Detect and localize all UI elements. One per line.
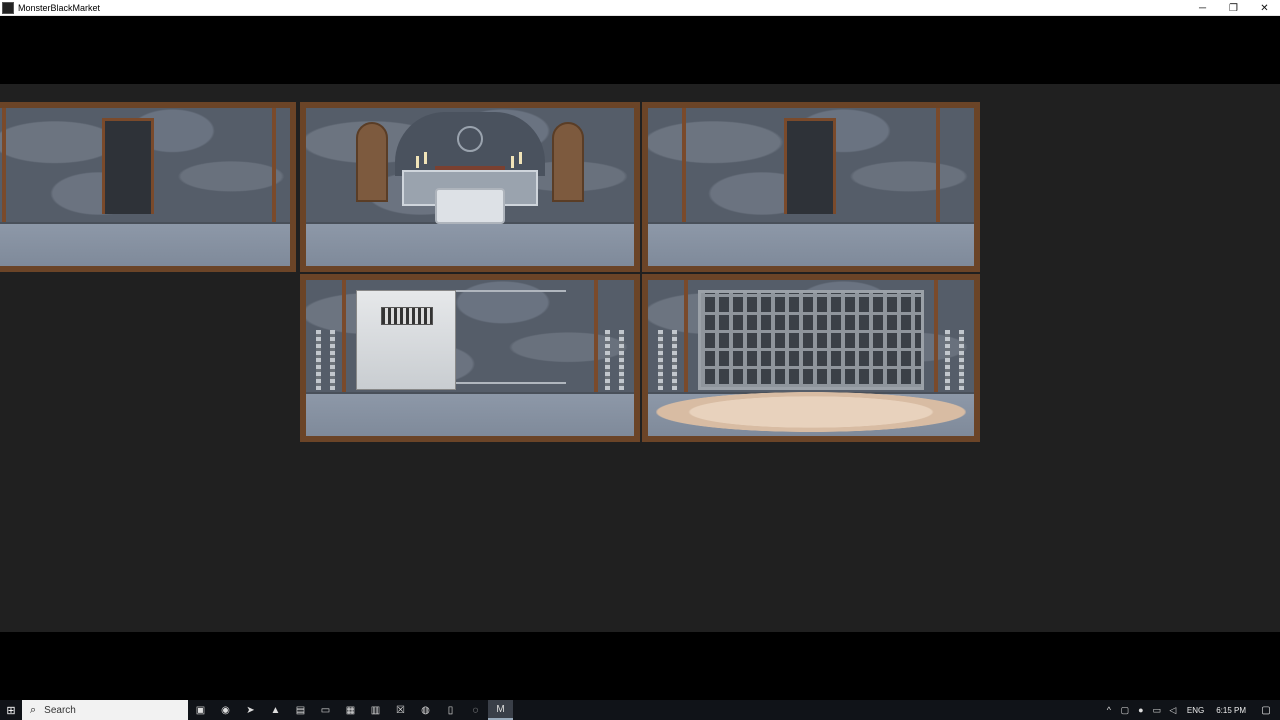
cell-door [356, 290, 456, 390]
wall-chain [619, 330, 624, 390]
iron-cage [698, 290, 924, 390]
wall-chain [605, 330, 610, 390]
room-cage[interactable] [642, 274, 980, 442]
room-corridor-left[interactable] [0, 102, 296, 272]
taskbar: ⊞ ⌕ Search ▣ ◉ ➤ ▲ ▤ ▭ ▦ ▥ ☒ ◍ ▯ ◌ M ^ ▢… [0, 700, 1280, 720]
app-icon[interactable]: ◌ [463, 700, 488, 720]
hay-bed [656, 392, 966, 432]
close-button[interactable]: ✕ [1249, 0, 1280, 16]
cell-door-window [381, 307, 433, 325]
chevron-up-icon[interactable]: ^ [1101, 700, 1117, 720]
store-icon[interactable]: ▲ [263, 700, 288, 720]
system-tray: ^ ▢ ● ▭ ◁ ENG 6:15 PM ▢ [1101, 700, 1280, 720]
wooden-door-left [356, 122, 388, 202]
search-input[interactable]: ⌕ Search [22, 700, 188, 720]
windows-start-icon[interactable]: ⊞ [0, 700, 22, 720]
search-placeholder: Search [44, 704, 76, 716]
notepad-icon[interactable]: ▥ [363, 700, 388, 720]
wall-chain [330, 330, 335, 390]
room-cell[interactable] [300, 274, 640, 442]
wall-chain [658, 330, 663, 390]
app-icon[interactable]: ▯ [438, 700, 463, 720]
telegram-icon[interactable]: ➤ [238, 700, 263, 720]
wall-chain [316, 330, 321, 390]
doorway [102, 118, 154, 214]
coffin [435, 188, 505, 224]
microphone-icon[interactable]: ● [1133, 700, 1149, 720]
file-explorer-icon[interactable]: ▭ [313, 700, 338, 720]
app-icon[interactable]: ☒ [388, 700, 413, 720]
emblem-icon [457, 126, 483, 152]
edge-icon[interactable]: ◉ [213, 700, 238, 720]
wall-chain [672, 330, 677, 390]
language-indicator[interactable]: ENG [1187, 706, 1204, 715]
chrome-icon[interactable]: ◍ [413, 700, 438, 720]
minimize-button[interactable]: ─ [1187, 0, 1218, 16]
cell-glass-wall [456, 290, 566, 384]
wall-chain [959, 330, 964, 390]
room-corridor-right[interactable] [642, 102, 980, 272]
task-view-icon[interactable]: ▣ [188, 700, 213, 720]
search-icon: ⌕ [30, 703, 37, 716]
volume-icon[interactable]: ◁ [1165, 700, 1181, 720]
network-icon[interactable]: ▭ [1149, 700, 1165, 720]
app-icon [2, 1, 14, 14]
wooden-door-right [552, 122, 584, 202]
window-titlebar[interactable]: MonsterBlackMarket ─ ❐ ✕ [0, 0, 1280, 16]
letterbox-bottom [0, 632, 1280, 700]
room-chapel[interactable] [300, 102, 640, 272]
clock[interactable]: 6:15 PM [1216, 706, 1246, 715]
monster-black-market-icon[interactable]: M [488, 700, 513, 720]
game-viewport[interactable] [0, 84, 1280, 632]
doorway [784, 118, 836, 214]
wall-chain [945, 330, 950, 390]
restore-button[interactable]: ❐ [1218, 0, 1249, 16]
app-tray-icon[interactable]: ▢ [1117, 700, 1133, 720]
photoshop-icon[interactable]: ▤ [288, 700, 313, 720]
letterbox-top [0, 16, 1280, 84]
window-controls: ─ ❐ ✕ [1187, 0, 1280, 16]
notification-icon[interactable]: ▢ [1252, 700, 1280, 720]
window-title: MonsterBlackMarket [18, 2, 101, 13]
app-icon[interactable]: ▦ [338, 700, 363, 720]
